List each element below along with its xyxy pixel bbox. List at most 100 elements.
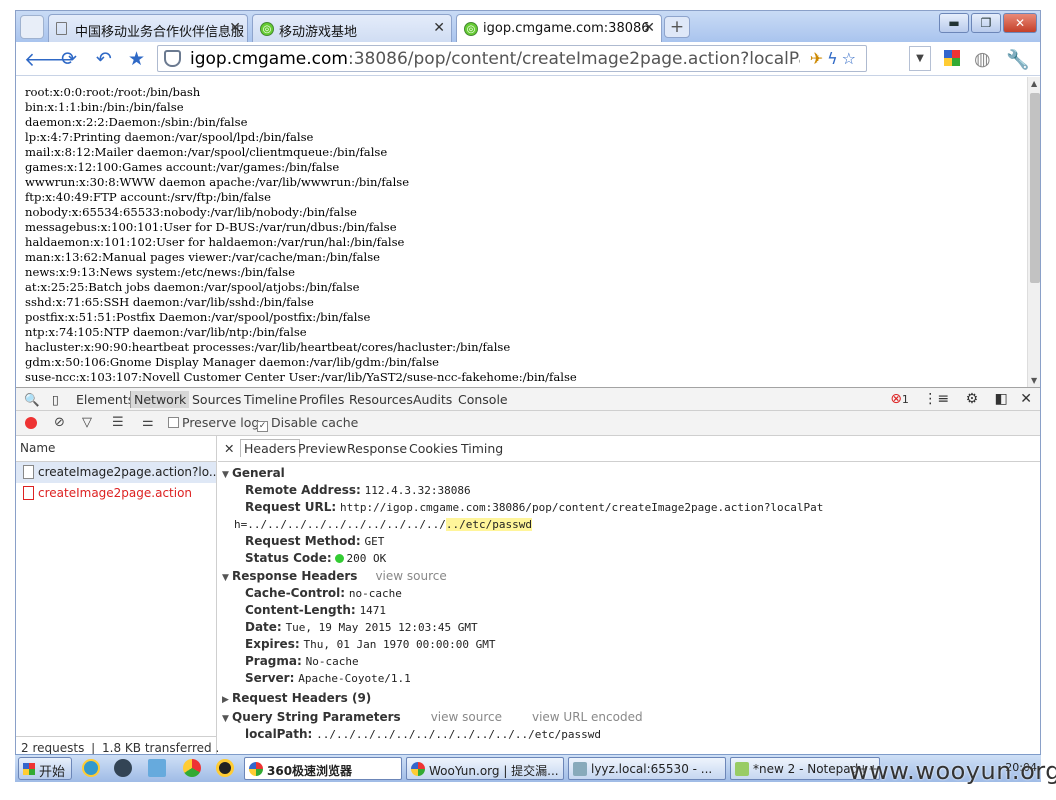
search-icon[interactable]: 🔍: [24, 392, 40, 408]
devtools-tab-timeline[interactable]: Timeline: [244, 392, 297, 407]
tab-cmcc-partner[interactable]: 中国移动业务合作伙伴信息服 ✕: [48, 14, 248, 42]
devtools-tab-profiles[interactable]: Profiles: [299, 392, 344, 407]
url-text[interactable]: igop.cmgame.com:38086/pop/content/create…: [190, 49, 800, 69]
drawer-icon[interactable]: ⋮≡: [923, 391, 949, 407]
close-icon[interactable]: ✕: [229, 20, 241, 36]
qq-icon[interactable]: [216, 759, 234, 777]
header-value: 1471: [359, 604, 387, 617]
lightning-icon[interactable]: ϟ: [827, 49, 842, 68]
detail-tab-response[interactable]: Response: [347, 441, 407, 456]
section-title: Query String Parameters: [232, 710, 401, 724]
query-params-section-header[interactable]: ▼ Query String Parameters view source view …: [222, 708, 1040, 726]
taskbar-item-remote[interactable]: lyyz.local:65530 - ...: [568, 757, 726, 780]
close-icon[interactable]: ✕: [433, 20, 445, 36]
error-icon[interactable]: ⊗: [890, 391, 902, 407]
page-scrollbar[interactable]: ▲ ▼: [1027, 77, 1040, 387]
header-key: Date:: [245, 620, 282, 634]
close-icon[interactable]: ✕: [1020, 391, 1032, 407]
taskbar-item-label: WooYun.org | 提交漏...: [429, 764, 559, 778]
tab-igop[interactable]: ◎ igop.cmgame.com:38086 ✕: [456, 14, 662, 43]
view-url-encoded-link[interactable]: view URL encoded: [532, 710, 643, 724]
globe-icon[interactable]: ◍: [974, 48, 991, 70]
dock-icon[interactable]: ◧: [995, 391, 1008, 407]
wrench-icon[interactable]: 🔧: [1006, 48, 1030, 71]
list-view-icon[interactable]: ☰: [112, 415, 124, 430]
network-toolbar: ⊘ ▽ ☰ ⚌ Preserve log ✓ Disable cache: [16, 411, 1040, 436]
gear-icon[interactable]: ⚙: [966, 391, 979, 407]
browser-menu-icon[interactable]: [20, 15, 44, 39]
view-source-link[interactable]: view source: [431, 710, 502, 724]
checkbox-icon: [168, 417, 179, 428]
apps-grid-icon[interactable]: [944, 50, 960, 66]
header-row: Request Method: GET: [222, 533, 1040, 550]
detail-tab-cookies[interactable]: Cookies: [409, 441, 458, 456]
devtools-tab-network[interactable]: Network: [130, 391, 190, 408]
request-detail-panel: ✕ Headers Preview Response Cookies Timin…: [218, 436, 1040, 758]
scroll-down-icon[interactable]: ▼: [1031, 376, 1037, 385]
taskbar-item-360browser[interactable]: 360极速浏览器: [244, 757, 402, 780]
header-value: No-cache: [305, 655, 359, 668]
preserve-log-checkbox[interactable]: Preserve log: [168, 415, 259, 430]
device-mode-icon[interactable]: ▯: [52, 392, 59, 407]
close-icon[interactable]: ✕: [224, 441, 234, 456]
new-tab-button[interactable]: +: [664, 16, 690, 38]
detail-tab-preview[interactable]: Preview: [298, 441, 347, 456]
chevron-down-icon[interactable]: ▼: [909, 46, 931, 71]
close-window-button[interactable]: ✕: [1003, 13, 1037, 33]
chrome-icon[interactable]: [183, 759, 201, 777]
header-row: Remote Address: 112.4.3.32:38086: [222, 482, 1040, 499]
extension-icon[interactable]: ✈: [810, 49, 827, 68]
view-source-link[interactable]: view source: [375, 569, 446, 583]
start-button[interactable]: 开始: [18, 757, 73, 780]
header-value: Thu, 01 Jan 1970 00:00:00 GMT: [303, 638, 496, 651]
folder-icon[interactable]: [148, 759, 166, 777]
tab-title: igop.cmgame.com:38086: [483, 21, 650, 36]
section-title: Response Headers: [232, 569, 358, 583]
clear-icon[interactable]: ⊘: [54, 415, 65, 430]
url-host: igop.cmgame.com: [190, 49, 348, 69]
steam-icon[interactable]: [114, 759, 132, 777]
address-bar[interactable]: igop.cmgame.com:38086/pop/content/create…: [157, 45, 867, 72]
response-headers-section-header[interactable]: ▼ Response Headers view source: [222, 567, 1040, 585]
triangle-down-icon: ▼: [222, 470, 229, 480]
name-column-header[interactable]: Name: [16, 436, 216, 462]
reload-icon[interactable]: ⟳: [61, 48, 77, 70]
bookmark-star-icon[interactable]: ★: [128, 48, 145, 70]
browser-logo-icon: ◎: [260, 22, 274, 36]
header-row: Cache-Control: no-cache: [222, 585, 1040, 602]
triangle-right-icon: ▶: [222, 695, 229, 705]
minimize-button[interactable]: ▬: [939, 13, 969, 33]
request-headers-section-header[interactable]: ▶ Request Headers (9): [222, 689, 1040, 707]
status-ok-icon: [335, 554, 345, 563]
scrollbar-thumb[interactable]: [1030, 93, 1040, 283]
devtools-tab-sources[interactable]: Sources: [192, 392, 241, 407]
headers-content: ▼ General Remote Address: 112.4.3.32:3808…: [218, 462, 1040, 743]
close-icon[interactable]: ✕: [643, 20, 655, 36]
disable-cache-checkbox[interactable]: ✓ Disable cache: [257, 415, 358, 432]
scroll-up-icon[interactable]: ▲: [1031, 79, 1037, 88]
waterfall-icon[interactable]: ⚌: [142, 415, 154, 430]
record-icon[interactable]: [25, 417, 37, 429]
devtools-tab-audits[interactable]: Audits: [413, 392, 452, 407]
header-value: http://igop.cmgame.com:38086/pop/content…: [339, 501, 824, 514]
ie-icon[interactable]: [82, 759, 100, 777]
header-value: 200 OK: [346, 552, 387, 565]
general-section-header[interactable]: ▼ General: [222, 464, 1040, 482]
devtools-tab-resources[interactable]: Resources: [349, 392, 413, 407]
request-row[interactable]: createImage2page.action: [16, 483, 216, 504]
favorite-star-icon[interactable]: ☆: [842, 49, 860, 68]
header-row: localPath: ../../../../../../../../../..…: [222, 726, 1040, 743]
tab-mobile-game-base[interactable]: ◎ 移动游戏基地 ✕: [252, 14, 452, 42]
maximize-button[interactable]: ❐: [971, 13, 1001, 33]
detail-tab-headers[interactable]: Headers: [240, 439, 301, 457]
filter-icon[interactable]: ▽: [82, 415, 92, 430]
taskbar-item-wooyun[interactable]: WooYun.org | 提交漏...: [406, 757, 564, 780]
detail-tab-timing[interactable]: Timing: [461, 441, 503, 456]
devtools-tab-elements[interactable]: Elements: [76, 392, 134, 407]
devtools-tab-console[interactable]: Console: [458, 392, 508, 407]
undo-icon[interactable]: ↶: [96, 48, 112, 70]
header-value: 112.4.3.32:38086: [364, 484, 471, 497]
request-row[interactable]: createImage2page.action?lo...: [16, 462, 216, 483]
header-key: Remote Address:: [245, 483, 361, 497]
tab-title: 移动游戏基地: [279, 25, 358, 40]
